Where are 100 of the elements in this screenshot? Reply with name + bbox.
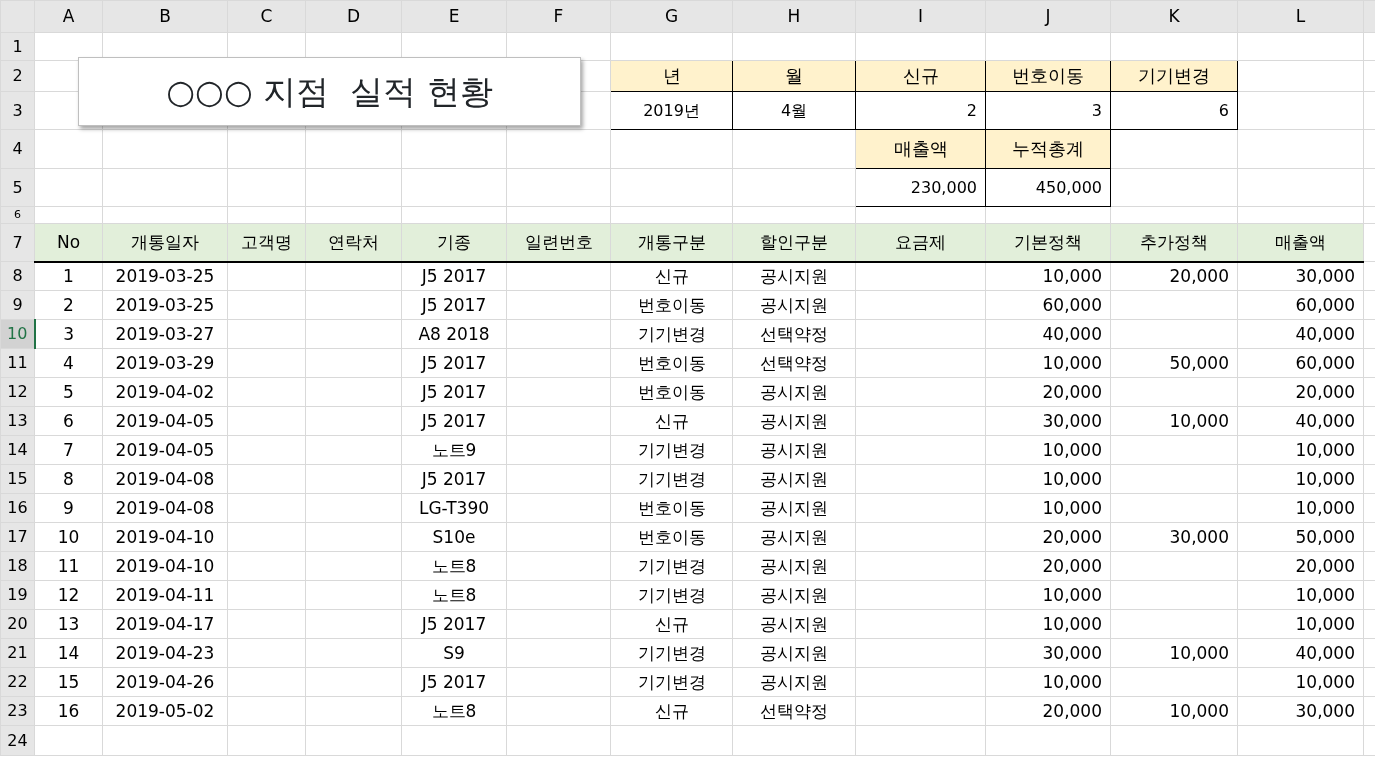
- column-heading: 연락처: [305, 223, 402, 262]
- table-cell: 신규: [610, 696, 733, 726]
- table-cell: 60,000: [1237, 290, 1364, 320]
- row-number[interactable]: 16: [0, 493, 35, 523]
- table-cell: 50,000: [1237, 522, 1364, 552]
- column-header[interactable]: B: [102, 0, 228, 33]
- table-cell: 40,000: [1237, 319, 1364, 349]
- table-cell: 공시지원: [732, 435, 856, 465]
- summary-header-cell: 신규: [855, 60, 986, 92]
- table-cell: 20,000: [985, 377, 1111, 407]
- summary-value-cell: 2019년: [610, 91, 733, 130]
- summary-header-cell: 년: [610, 60, 733, 92]
- column-header[interactable]: K: [1110, 0, 1238, 33]
- summary-header-cell: 기기변경: [1110, 60, 1238, 92]
- table-cell: 공시지원: [732, 609, 856, 639]
- table-cell: 기기변경: [610, 435, 733, 465]
- table-cell: 노트8: [401, 551, 507, 581]
- row-number[interactable]: 7: [0, 223, 35, 262]
- summary-header-cell: 누적총계: [985, 129, 1111, 169]
- column-header[interactable]: H: [732, 0, 856, 33]
- table-cell: 신규: [610, 609, 733, 639]
- table-cell: 6: [34, 406, 103, 436]
- table-cell: 2019-03-25: [102, 261, 228, 291]
- column-header[interactable]: J: [985, 0, 1111, 33]
- row-number[interactable]: 21: [0, 638, 35, 668]
- table-cell: 3: [34, 319, 103, 349]
- column-header[interactable]: D: [305, 0, 402, 33]
- row-number[interactable]: 10: [0, 319, 35, 349]
- column-header[interactable]: E: [401, 0, 507, 33]
- table-cell: 2019-04-05: [102, 406, 228, 436]
- table-cell: 10,000: [1237, 464, 1364, 494]
- row-number[interactable]: 17: [0, 522, 35, 552]
- row-number[interactable]: 22: [0, 667, 35, 697]
- summary-value-cell: 4월: [732, 91, 856, 130]
- row-number[interactable]: 3: [0, 91, 35, 130]
- column-heading: No: [34, 223, 103, 262]
- row-number[interactable]: 5: [0, 168, 35, 207]
- row-number[interactable]: 24: [0, 725, 35, 756]
- row-number[interactable]: 20: [0, 609, 35, 639]
- table-cell: 신규: [610, 261, 733, 291]
- column-heading: 할인구분: [732, 223, 856, 262]
- row-number[interactable]: 4: [0, 129, 35, 169]
- table-cell: 30,000: [1237, 696, 1364, 726]
- table-cell: 11: [34, 551, 103, 581]
- table-cell: 20,000: [985, 522, 1111, 552]
- table-cell: 4: [34, 348, 103, 378]
- table-cell: 공시지원: [732, 377, 856, 407]
- column-header[interactable]: G: [610, 0, 733, 33]
- row-number[interactable]: 9: [0, 290, 35, 320]
- table-cell: 기기변경: [610, 551, 733, 581]
- table-cell: 12: [34, 580, 103, 610]
- table-cell: 기기변경: [610, 319, 733, 349]
- table-cell: 2019-05-02: [102, 696, 228, 726]
- column-heading: 고객명: [227, 223, 306, 262]
- table-cell: 10,000: [1237, 493, 1364, 523]
- table-cell: 선택약정: [732, 696, 856, 726]
- row-number[interactable]: 23: [0, 696, 35, 726]
- row-number[interactable]: 13: [0, 406, 35, 436]
- table-cell: 20,000: [985, 696, 1111, 726]
- summary-value-cell: 450,000: [985, 168, 1111, 207]
- table-cell: 번호이동: [610, 348, 733, 378]
- table-cell: 30,000: [1237, 261, 1364, 291]
- row-number[interactable]: 15: [0, 464, 35, 494]
- summary-header-cell: 번호이동: [985, 60, 1111, 92]
- column-heading: 기본정책: [985, 223, 1111, 262]
- table-cell: 번호이동: [610, 377, 733, 407]
- table-cell: J5 2017: [401, 667, 507, 697]
- table-cell: 2019-04-08: [102, 493, 228, 523]
- column-header[interactable]: L: [1237, 0, 1364, 33]
- column-heading: 매출액: [1237, 223, 1364, 262]
- table-cell: 9: [34, 493, 103, 523]
- column-heading: 추가정책: [1110, 223, 1238, 262]
- row-number[interactable]: 1: [0, 32, 35, 61]
- table-cell: 2: [34, 290, 103, 320]
- row-number[interactable]: 19: [0, 580, 35, 610]
- row-number[interactable]: 18: [0, 551, 35, 581]
- column-header[interactable]: F: [506, 0, 611, 33]
- row-number[interactable]: 2: [0, 60, 35, 92]
- row-number[interactable]: 14: [0, 435, 35, 465]
- table-cell: 30,000: [985, 638, 1111, 668]
- table-cell: 노트8: [401, 696, 507, 726]
- table-cell: 10,000: [985, 261, 1111, 291]
- table-cell: 14: [34, 638, 103, 668]
- row-number[interactable]: 12: [0, 377, 35, 407]
- table-cell: 10,000: [1237, 667, 1364, 697]
- table-cell: 10,000: [1237, 580, 1364, 610]
- row-number[interactable]: 11: [0, 348, 35, 378]
- table-cell: 30,000: [1110, 522, 1238, 552]
- table-cell: J5 2017: [401, 406, 507, 436]
- table-cell: 15: [34, 667, 103, 697]
- table-cell: 선택약정: [732, 348, 856, 378]
- table-cell: 2019-03-29: [102, 348, 228, 378]
- table-cell: 10,000: [1110, 406, 1238, 436]
- row-number[interactable]: 8: [0, 261, 35, 291]
- table-cell: 공시지원: [732, 551, 856, 581]
- table-cell: 기기변경: [610, 580, 733, 610]
- column-header[interactable]: I: [855, 0, 986, 33]
- column-header[interactable]: A: [34, 0, 103, 33]
- column-header[interactable]: C: [227, 0, 306, 33]
- table-cell: 2019-04-23: [102, 638, 228, 668]
